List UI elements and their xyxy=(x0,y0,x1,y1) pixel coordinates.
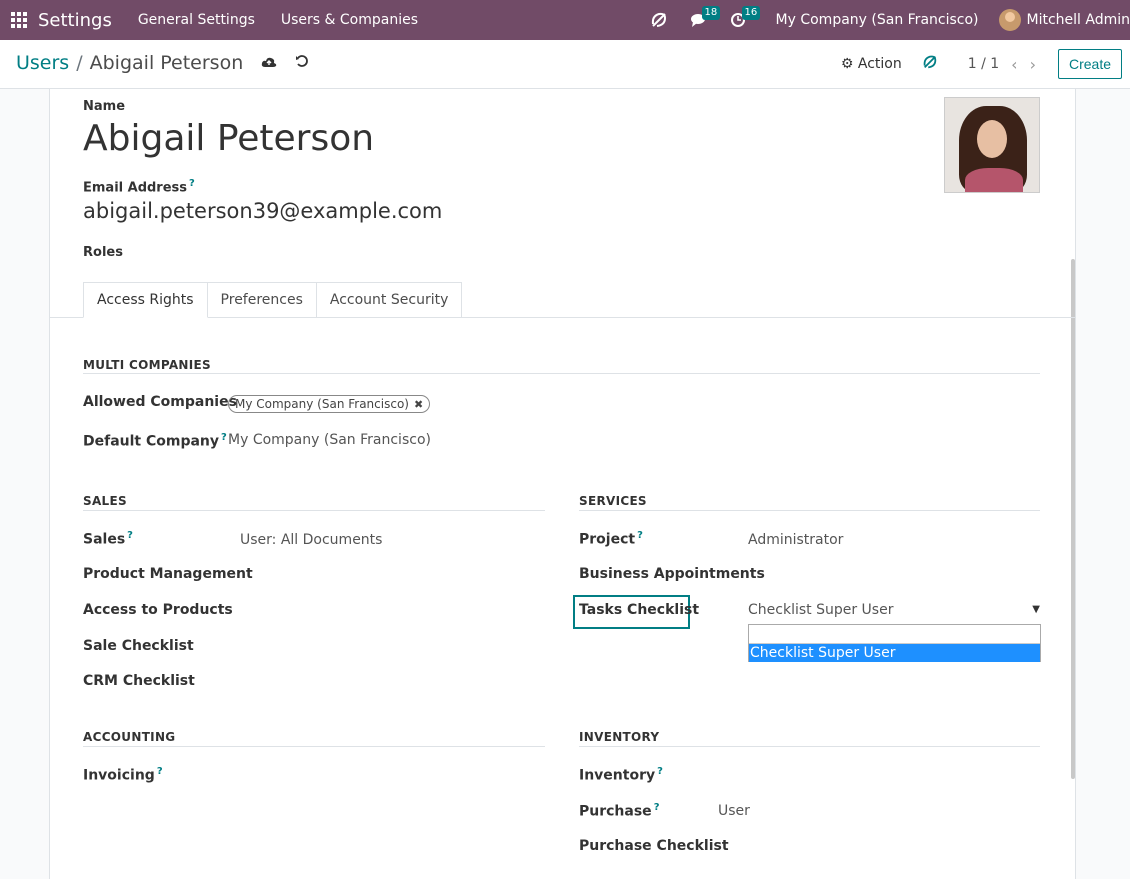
menu-users-companies[interactable]: Users & Companies xyxy=(281,12,418,28)
help-icon[interactable]: ? xyxy=(127,530,133,541)
menu-general-settings[interactable]: General Settings xyxy=(138,12,255,28)
company-switcher[interactable]: My Company (San Francisco) xyxy=(776,12,979,28)
section-services: SERVICES xyxy=(579,494,647,508)
messages-icon[interactable]: 18 xyxy=(690,6,721,28)
sales-field[interactable]: User: All Documents xyxy=(240,532,382,548)
default-company-label: Default Company? xyxy=(83,432,227,450)
allowed-companies-label: Allowed Companies xyxy=(83,394,237,410)
section-sales: SALES xyxy=(83,494,127,508)
name-field[interactable]: Abigail Peterson xyxy=(83,118,374,159)
invoicing-label: Invoicing? xyxy=(83,766,163,784)
crm-checklist-label: CRM Checklist xyxy=(83,673,195,689)
section-inventory: INVENTORY xyxy=(579,730,660,744)
help-icon[interactable]: ? xyxy=(221,432,227,443)
sale-checklist-label: Sale Checklist xyxy=(83,638,194,654)
name-label: Name xyxy=(83,99,126,114)
section-divider xyxy=(83,746,545,747)
section-multi-companies: MULTI COMPANIES xyxy=(83,358,211,372)
dropdown-search-input[interactable] xyxy=(749,625,1040,644)
scrollbar[interactable] xyxy=(1071,259,1075,779)
sales-label: Sales? xyxy=(83,530,133,548)
roles-label: Roles xyxy=(83,245,123,260)
section-divider xyxy=(83,510,545,511)
user-avatar[interactable] xyxy=(998,9,1021,31)
activities-count-badge: 16 xyxy=(741,6,761,20)
help-icon[interactable]: ? xyxy=(189,178,195,189)
purchase-label: Purchase? xyxy=(579,802,660,820)
chevron-down-icon[interactable]: ▼ xyxy=(1032,604,1040,615)
activities-clock-icon[interactable]: 16 xyxy=(730,6,761,28)
tasks-checklist-select[interactable]: Checklist Super User ▼ xyxy=(748,602,1042,622)
breadcrumb-separator: / xyxy=(76,52,83,74)
pager-next-icon[interactable]: › xyxy=(1030,55,1036,74)
debug-bug-icon[interactable] xyxy=(650,11,668,29)
user-photo[interactable] xyxy=(944,97,1040,193)
allowed-company-tag[interactable]: My Company (San Francisco) ✖ xyxy=(228,395,431,413)
help-icon[interactable]: ? xyxy=(637,530,643,541)
tasks-checklist-dropdown: Checklist Super User xyxy=(748,624,1041,662)
action-menu-button[interactable]: ⚙ Action xyxy=(841,56,902,72)
breadcrumb: Users / Abigail Peterson xyxy=(16,52,309,74)
discard-undo-icon[interactable] xyxy=(295,54,309,72)
pager-previous-icon[interactable]: ‹ xyxy=(1011,55,1017,74)
action-label: Action xyxy=(857,56,902,72)
tab-access-rights[interactable]: Access Rights xyxy=(83,282,208,318)
tab-preferences[interactable]: Preferences xyxy=(207,282,317,318)
section-divider xyxy=(83,373,1040,374)
help-icon[interactable]: ? xyxy=(654,802,660,813)
section-divider xyxy=(579,746,1040,747)
access-products-label: Access to Products xyxy=(83,602,233,618)
messages-count-badge: 18 xyxy=(701,6,721,20)
section-accounting: ACCOUNTING xyxy=(83,730,176,744)
breadcrumb-users-link[interactable]: Users xyxy=(16,52,69,74)
gear-icon: ⚙ xyxy=(840,56,854,72)
tasks-checklist-value: Checklist Super User xyxy=(748,602,894,618)
help-icon[interactable]: ? xyxy=(657,766,663,777)
dropdown-option[interactable]: Checklist Super User xyxy=(749,644,1040,662)
create-button[interactable]: Create xyxy=(1057,49,1122,79)
top-navbar: Settings General Settings Users & Compan… xyxy=(0,0,1130,40)
breadcrumb-current: Abigail Peterson xyxy=(89,52,244,74)
pager-value[interactable]: 1 / 1 xyxy=(968,56,999,72)
business-appointments-label: Business Appointments xyxy=(579,566,765,582)
project-field[interactable]: Administrator xyxy=(748,532,843,548)
user-menu[interactable]: Mitchell Admin xyxy=(1027,12,1130,28)
app-name[interactable]: Settings xyxy=(38,10,112,31)
form-tabs: Access Rights Preferences Account Securi… xyxy=(83,282,463,318)
purchase-checklist-label: Purchase Checklist xyxy=(579,838,729,854)
apps-menu-icon[interactable] xyxy=(11,12,27,28)
purchase-field[interactable]: User xyxy=(718,803,750,819)
section-divider xyxy=(579,510,1040,511)
control-panel: Users / Abigail Peterson ⚙ Action 1 / 1 … xyxy=(0,40,1130,89)
debug-bug-icon-secondary[interactable] xyxy=(922,54,938,74)
email-label: Email Address? xyxy=(83,178,195,196)
inventory-label: Inventory? xyxy=(579,766,663,784)
project-label: Project? xyxy=(579,530,643,548)
tag-label: My Company (San Francisco) xyxy=(235,397,409,411)
tasks-checklist-label: Tasks Checklist xyxy=(579,602,700,618)
default-company-field[interactable]: My Company (San Francisco) xyxy=(228,432,431,448)
help-icon[interactable]: ? xyxy=(157,766,163,777)
save-cloud-icon[interactable] xyxy=(261,54,277,72)
product-management-label: Product Management xyxy=(83,566,253,582)
email-field[interactable]: abigail.peterson39@example.com xyxy=(83,199,442,223)
tag-remove-icon[interactable]: ✖ xyxy=(414,398,423,411)
tab-account-security[interactable]: Account Security xyxy=(316,282,463,318)
